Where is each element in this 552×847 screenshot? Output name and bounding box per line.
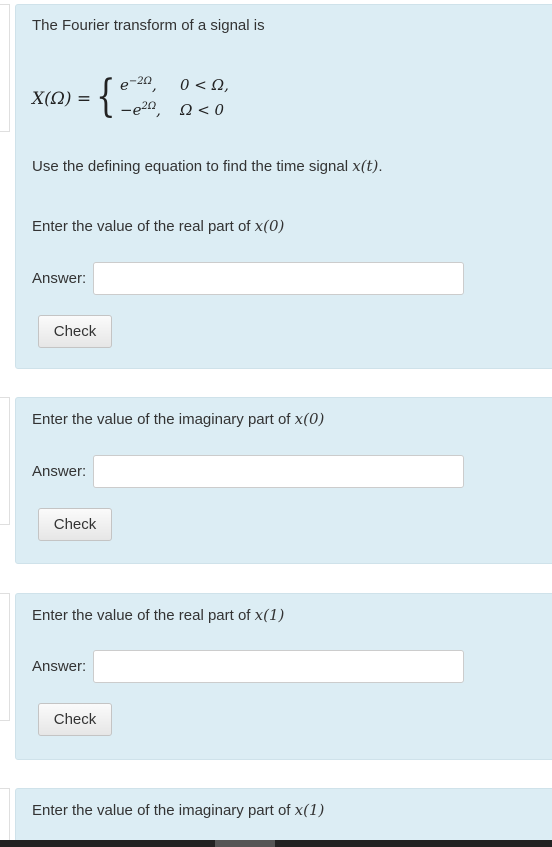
answer-label: Answer: xyxy=(32,658,87,675)
answer-input[interactable] xyxy=(93,455,464,488)
equation-row2-expr: −e2Ω, xyxy=(120,101,161,119)
equation-lhs: X(Ω) = xyxy=(32,89,92,109)
equation-row2-cond: Ω < 0 xyxy=(180,101,225,119)
equation-row1-expr: e−2Ω, xyxy=(120,76,157,94)
question-2-box: Enter the value of the imaginary part of… xyxy=(15,397,552,564)
question-prompt: Enter the value of the imaginary part of… xyxy=(32,410,325,428)
question-3-box: Enter the value of the real part of x(1)… xyxy=(15,593,552,760)
question-info-panel xyxy=(0,788,10,847)
equation-brace: { xyxy=(96,71,116,122)
check-button[interactable]: Check xyxy=(38,315,112,348)
question-prompt: Enter the value of the real part of x(0) xyxy=(32,217,285,235)
question-4-box: Enter the value of the imaginary part of… xyxy=(15,788,552,847)
check-button[interactable]: Check xyxy=(38,508,112,541)
check-button[interactable]: Check xyxy=(38,703,112,736)
question-prompt: Enter the value of the imaginary part of… xyxy=(32,801,325,819)
taskbar-item[interactable] xyxy=(215,840,275,847)
answer-label: Answer: xyxy=(32,270,87,287)
question-info-panel xyxy=(0,4,10,132)
quiz-page: The Fourier transform of a signal is X(Ω… xyxy=(0,0,552,847)
question-prompt: Enter the value of the real part of x(1) xyxy=(32,606,285,624)
question-info-panel xyxy=(0,397,10,525)
taskbar xyxy=(0,840,552,847)
answer-input[interactable] xyxy=(93,650,464,683)
answer-label: Answer: xyxy=(32,463,87,480)
question-instruction: Use the defining equation to find the ti… xyxy=(32,157,383,175)
fourier-equation: X(Ω) = { e−2Ω, 0 < Ω, −e2Ω, Ω < 0 xyxy=(32,71,292,127)
question-info-panel xyxy=(0,593,10,721)
answer-input[interactable] xyxy=(93,262,464,295)
question-1-box: The Fourier transform of a signal is X(Ω… xyxy=(15,4,552,369)
equation-row1-cond: 0 < Ω, xyxy=(180,76,229,94)
question-intro: The Fourier transform of a signal is xyxy=(32,17,265,34)
